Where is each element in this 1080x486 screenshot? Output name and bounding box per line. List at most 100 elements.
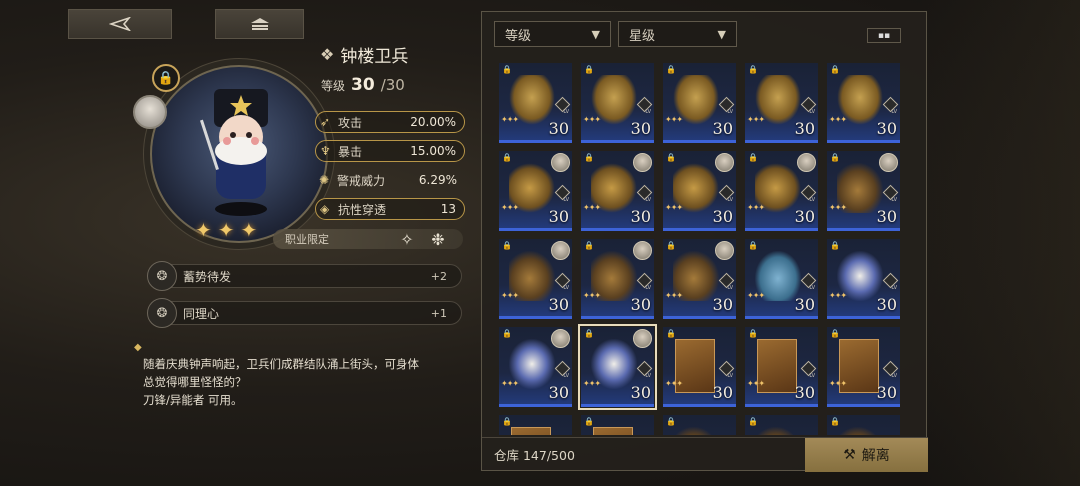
equipped-avatar (551, 153, 570, 172)
lock-icon: 🔒 (502, 241, 512, 250)
back-button[interactable] (68, 9, 172, 39)
stat-name: 暴击 (338, 144, 363, 159)
level-row: 等级 30 /30 (321, 75, 405, 95)
lv-tag: LV (809, 109, 815, 115)
stat-alert-power: ✺ 警戒威力 6.29% (315, 169, 465, 191)
lock-toggle[interactable]: 🔒 (152, 64, 180, 92)
inventory-item[interactable]: 🔒 (827, 415, 900, 435)
level-current: 30 (351, 75, 375, 95)
sort-label: 等级 (505, 28, 532, 44)
lv-tag: LV (809, 285, 815, 291)
inventory-item[interactable]: 🔒 ✦✦✦ LV 30 (581, 239, 654, 319)
item-stars: ✦✦✦ (829, 115, 847, 124)
inventory-item[interactable]: 🔒 ✦✦✦ LV 30 (827, 239, 900, 319)
lock-icon: 🔒 (830, 241, 840, 250)
equipped-avatar (797, 153, 816, 172)
dismantle-button[interactable]: ⚒ 解离 (805, 437, 928, 472)
psychic-class-icon[interactable]: ❉ (427, 228, 449, 250)
character-portrait (150, 65, 328, 243)
equipped-avatar (551, 241, 570, 260)
skill-level: +1 (430, 306, 447, 320)
lv-tag: LV (891, 373, 897, 379)
lock-icon: 🔒 (748, 241, 758, 250)
grid-view-toggle[interactable]: ▪▪ (867, 28, 901, 43)
item-stars: ✦✦✦ (583, 379, 601, 388)
inventory-item[interactable]: 🔒 ✦✦✦ LV 30 (663, 151, 736, 231)
lock-icon: 🔒 (584, 153, 594, 162)
star-icon: ✦ (240, 218, 258, 242)
item-stars: ✦✦✦ (501, 115, 519, 124)
inventory-item[interactable]: 🔒 ✦✦✦ LV 30 (663, 327, 736, 407)
inventory-item[interactable]: 🔒 (499, 415, 572, 435)
star-icon: ✦ (195, 218, 212, 242)
inventory-item[interactable]: 🔒 ✦✦✦ LV 30 (827, 63, 900, 143)
stat-value: 6.29% (418, 173, 457, 187)
inventory-item[interactable]: 🔒 ✦✦✦ LV 30 (745, 327, 818, 407)
inventory-item[interactable]: 🔒 ✦✦✦ LV 30 (578, 324, 657, 410)
title-row: ❖ 钟楼卫兵 (320, 42, 408, 67)
lv-tag: LV (563, 109, 569, 115)
alert-icon: ✺ (319, 173, 330, 187)
item-stars: ✦✦✦ (665, 379, 683, 388)
inventory-item[interactable]: 🔒 ✦✦✦ LV 30 (663, 239, 736, 319)
stat-attack: ➶ 攻击 20.00% (315, 111, 465, 133)
inventory-item[interactable]: 🔒 ✦✦✦ LV 30 (581, 63, 654, 143)
home-icon (250, 18, 269, 30)
stat-value: 20.00% (410, 115, 456, 129)
description-line: 总觉得哪里怪怪的？ (143, 375, 247, 389)
inventory-item[interactable]: 🔒 ✦✦✦ LV 30 (581, 151, 654, 231)
equipped-by-avatar[interactable] (133, 95, 167, 129)
card-artwork-icon (511, 427, 551, 435)
inventory-item[interactable]: 🔒 ✦✦✦ LV 30 (745, 63, 818, 143)
star-icon: ✦ (217, 218, 235, 242)
inventory-item[interactable]: 🔒 (745, 415, 818, 435)
stat-name: 抗性穿透 (338, 202, 387, 217)
lock-icon: 🔒 (584, 329, 594, 338)
equipped-avatar (715, 241, 734, 260)
inventory-item[interactable]: 🔒 ✦✦✦ LV 30 (745, 239, 818, 319)
skill-row[interactable]: ❂ 同理心 +1 (147, 298, 462, 328)
inventory-item[interactable]: 🔒 ✦✦✦ LV 30 (499, 239, 572, 319)
inventory-item[interactable]: 🔒 ✦✦✦ LV 30 (827, 151, 900, 231)
inventory-item[interactable]: 🔒 ✦✦✦ LV 30 (827, 327, 900, 407)
inventory-item[interactable]: 🔒 ✦✦✦ LV 30 (499, 63, 572, 143)
inventory-item[interactable]: 🔒 ✦✦✦ LV 30 (499, 151, 572, 231)
item-level: 30 (712, 383, 733, 402)
sort-dropdown[interactable]: 等级 ▼ (494, 21, 611, 47)
item-level: 30 (794, 383, 815, 402)
item-name: 钟楼卫兵 (340, 47, 409, 67)
skill-icon: ❂ (147, 298, 177, 328)
item-stars: ✦✦✦ (583, 203, 601, 212)
home-button[interactable] (215, 9, 304, 39)
lv-tag: LV (645, 109, 651, 115)
item-stars: ✦✦✦ (665, 291, 683, 300)
lock-icon: 🔒 (584, 241, 594, 250)
item-stars: ✦✦✦ (747, 115, 765, 124)
inventory-item[interactable]: 🔒 ✦✦✦ LV 30 (499, 327, 572, 407)
lock-icon: 🔒 (502, 65, 512, 74)
relic-type-icon: ❖ (320, 45, 335, 64)
skill-row[interactable]: ❂ 蓄势待发 +2 (147, 261, 462, 291)
level-label: 等级 (321, 79, 346, 93)
pierce-icon: ◈ (320, 202, 330, 216)
item-stars: ✦✦✦ (501, 203, 519, 212)
inventory-item[interactable]: 🔒 ✦✦✦ LV 30 (663, 63, 736, 143)
blade-class-icon[interactable]: ✧ (396, 228, 418, 250)
inventory-item[interactable]: 🔒 (581, 415, 654, 435)
item-level: 30 (876, 119, 897, 138)
item-level: 30 (876, 207, 897, 226)
rarity-filter-dropdown[interactable]: 星级 ▼ (618, 21, 737, 47)
inventory-item[interactable]: 🔒 (663, 415, 736, 435)
item-level: 30 (548, 119, 569, 138)
item-stars: ✦✦✦ (501, 291, 519, 300)
equipped-avatar (633, 241, 652, 260)
stat-value: 15.00% (410, 144, 456, 158)
lv-tag: LV (645, 285, 651, 291)
skill-icon: ❂ (147, 261, 177, 291)
chevron-down-icon: ▼ (591, 27, 600, 41)
inventory-item[interactable]: 🔒 ✦✦✦ LV 30 (745, 151, 818, 231)
rarity-stars: ✦ ✦ ✦ (195, 218, 257, 242)
card-artwork-icon (593, 427, 633, 435)
description-line: 随着庆典钟声响起，卫兵们成群结队涌上街头，可身体 (143, 357, 419, 371)
lv-tag: LV (891, 109, 897, 115)
